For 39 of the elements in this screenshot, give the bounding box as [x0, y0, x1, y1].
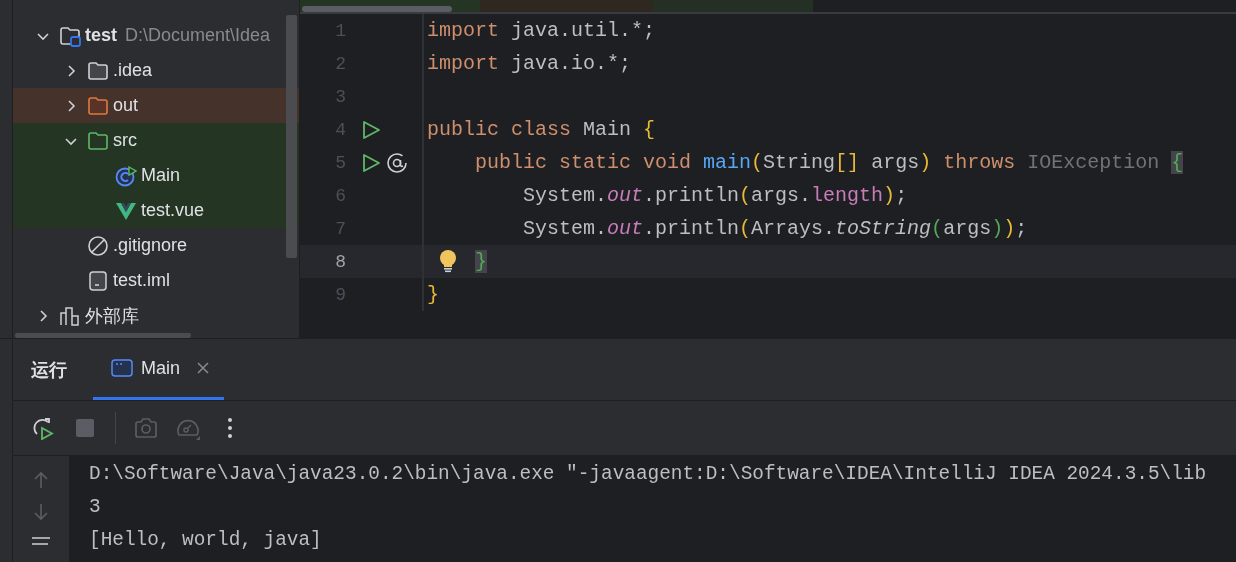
tree-item[interactable]: .gitignore	[13, 228, 299, 263]
code-line: import java.util.*;	[427, 19, 656, 42]
code-line: System.out.println(Arrays.toString(args));	[522, 217, 1028, 240]
folder-icon	[87, 129, 109, 152]
tree-item[interactable]: test.vue	[13, 193, 299, 228]
tree-item[interactable]: 外部库	[13, 298, 299, 333]
line-number: 8	[334, 251, 346, 272]
rerun-icon[interactable]	[31, 416, 55, 440]
panel-title: 运行	[31, 358, 67, 382]
class-icon	[115, 164, 137, 187]
file-icon	[87, 269, 109, 292]
library-icon	[59, 304, 81, 327]
folder-icon	[87, 59, 109, 82]
project-folder-icon	[59, 24, 81, 47]
ignore-icon	[87, 234, 109, 257]
run-icon[interactable]	[360, 118, 382, 141]
tree-item[interactable]: test D:\Document\Idea	[13, 18, 299, 53]
scrollbar[interactable]	[15, 333, 191, 338]
code-line: System.out.println(args.length);	[522, 184, 908, 207]
run-icon[interactable]	[360, 151, 382, 174]
tree-item[interactable]: test.iml	[13, 263, 299, 298]
scrollbar[interactable]	[286, 15, 297, 258]
tree-item[interactable]: src	[13, 123, 299, 158]
code-line: }	[427, 283, 439, 306]
window-icon	[111, 358, 133, 378]
code-line: import java.io.*;	[427, 52, 632, 75]
tree-item[interactable]: out	[13, 88, 299, 123]
console-line: D:\Software\Java\java23.0.2\bin\java.exe "-javaagent:D:\Software\IDEA\IntelliJ IDEA 2024.3.5\lib	[89, 462, 1207, 487]
at-sign-icon[interactable]	[386, 151, 408, 174]
code-line: public static void main(String[] args) throws IOException {	[474, 151, 1184, 174]
folder-icon	[87, 94, 109, 117]
close-icon[interactable]	[196, 361, 210, 375]
console-line: 3	[89, 495, 102, 520]
project-path: D:\Document\Idea	[125, 25, 271, 46]
code-line: public class Main {	[427, 118, 656, 141]
tree-item[interactable]: Main	[13, 158, 299, 193]
lightbulb-icon[interactable]	[438, 249, 458, 273]
console-line: [Hello, world, java]	[89, 528, 323, 553]
tree-item[interactable]: .idea	[13, 53, 299, 88]
